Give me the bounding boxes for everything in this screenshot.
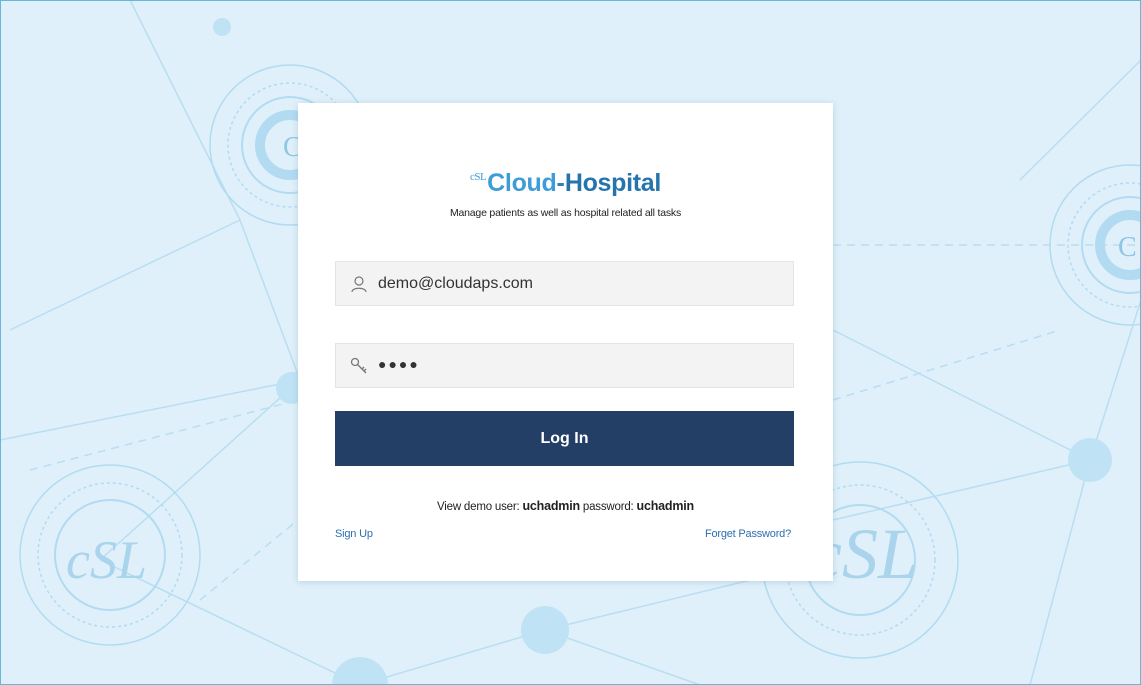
- brand-name-separator: -: [556, 169, 565, 197]
- login-page: C C cSL cSL cSLCloud-Hospital Manage pat…: [0, 0, 1141, 685]
- watermark-left: cSL: [66, 530, 147, 590]
- login-button[interactable]: Log In: [335, 411, 794, 466]
- email-field[interactable]: [335, 261, 794, 306]
- forget-password-link[interactable]: Forget Password?: [705, 528, 791, 540]
- demo-password: uchadmin: [636, 499, 695, 513]
- demo-prefix: View demo user:: [437, 501, 520, 513]
- login-card: cSLCloud-Hospital Manage patients as wel…: [298, 103, 833, 581]
- svg-text:C: C: [1118, 232, 1137, 263]
- sign-up-link[interactable]: Sign Up: [335, 528, 373, 540]
- password-field[interactable]: ●●●●: [335, 343, 794, 388]
- key-icon: [350, 357, 367, 374]
- password-input[interactable]: ●●●●: [378, 356, 420, 372]
- brand-tagline: Manage patients as well as hospital rela…: [449, 207, 682, 219]
- user-icon: [351, 276, 367, 293]
- brand-header: cSLCloud-Hospital: [298, 169, 833, 198]
- demo-user: uchadmin: [522, 499, 580, 513]
- brand-name-cloud: Cloud: [487, 169, 557, 197]
- demo-credentials: View demo user: uchadmin password: uchad…: [298, 499, 833, 513]
- brand-logo-icon: cSL: [469, 171, 487, 183]
- email-input[interactable]: [378, 262, 778, 305]
- demo-password-label: password:: [582, 501, 634, 513]
- brand-name-hospital: Hospital: [564, 169, 662, 197]
